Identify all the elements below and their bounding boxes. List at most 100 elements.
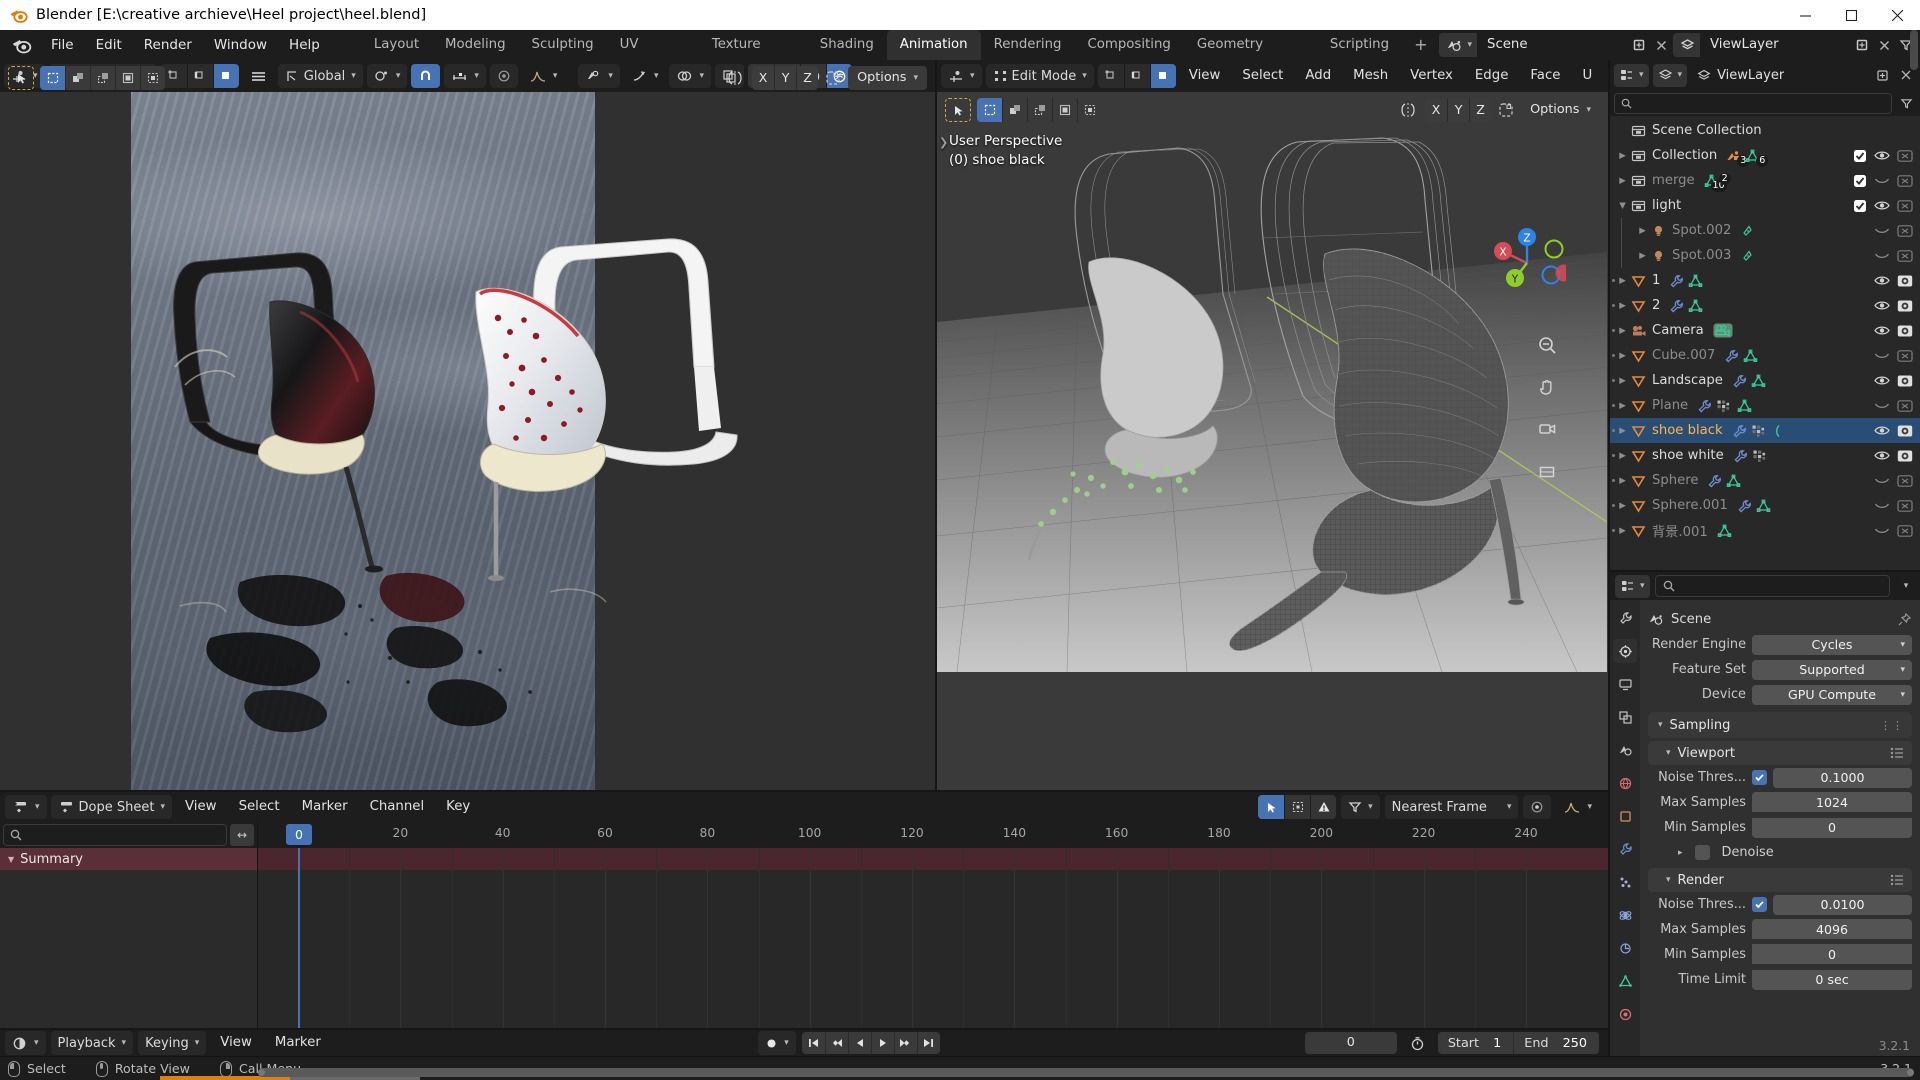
overlays-icon[interactable]: ▾ [669,64,711,88]
blender-icon[interactable] [10,34,32,56]
outliner-row-2[interactable]: ▶2 [1610,293,1920,318]
options-button-right[interactable]: Options ▾ [1521,98,1600,122]
chevron-right-icon-denoise[interactable]: ▸ [1678,848,1683,858]
visibility-eye-icon[interactable] [1874,399,1890,412]
mesh-option-icon-right[interactable] [1497,101,1515,119]
modifier-icon[interactable] [1613,837,1637,861]
gizmo-icon[interactable]: ▾ [624,64,666,88]
render-camera-icon[interactable] [1897,174,1913,188]
outliner-filter-icon[interactable] [1896,91,1916,115]
edge-select-icon[interactable] [187,64,213,88]
display-mode-viewlayer-icon[interactable]: ▾ [1653,64,1688,87]
hamburger-icon[interactable] [243,64,274,88]
viewport-menu-select[interactable]: Select [1233,64,1292,88]
outliner-row-collection[interactable]: ▶Collection36 [1610,143,1920,168]
select-intersect-icon[interactable] [140,66,165,90]
outliner-row-sphere[interactable]: ▶Sphere [1610,468,1920,493]
viewport-left-canvas[interactable] [0,92,935,790]
viewport-right-canvas[interactable]: ❯ User Perspective (0) shoe black Z X Y [937,92,1608,790]
viewport-left[interactable]: ▾ Edit Mode ▾ [0,60,937,790]
select-extend-icon-right[interactable] [1052,98,1077,122]
visibility-eye-icon[interactable] [1874,324,1890,337]
output-icon[interactable] [1613,672,1637,696]
pivot-point-icon[interactable]: ▾ [367,64,408,88]
select-lasso-icon-right[interactable] [1027,98,1052,122]
add-workspace-button[interactable]: + [1402,30,1439,60]
new-viewlayer-icon[interactable] [1852,33,1872,57]
chevron-down-icon-props[interactable]: ▾ [1895,574,1915,598]
mode-selector-right[interactable]: Edit Mode ▾ [986,64,1094,88]
preset-list-icon[interactable] [1890,747,1912,759]
render-noise-value-field[interactable]: 0.0100 [1773,895,1912,915]
render-camera-icon[interactable] [1897,424,1913,438]
render-camera-icon[interactable] [1897,149,1913,163]
disclosure-triangle-icon[interactable]: ▶ [1616,376,1629,386]
editor-type-properties-icon[interactable]: ▾ [1615,575,1650,598]
timeline-menu-marker[interactable]: Marker [266,1031,330,1055]
feature-set-dropdown[interactable]: Supported▾ [1752,660,1912,680]
use-preview-range-icon[interactable] [1403,1031,1432,1055]
disclosure-triangle-icon[interactable]: ▶ [1616,426,1629,436]
disclosure-triangle-icon[interactable]: ▶ [1616,276,1629,286]
object-icon[interactable] [1613,804,1637,828]
viewport-min-samples-field[interactable]: 0 [1752,818,1912,838]
pan-hand-icon[interactable] [1534,374,1560,400]
face-select-icon[interactable] [213,64,239,88]
mirror-x-button[interactable]: X [752,66,774,90]
menu-file[interactable]: File [40,33,85,57]
viewport-menu-mesh[interactable]: Mesh [1344,64,1397,88]
dopesheet-horizontal-scrollbar[interactable] [258,1068,1914,1077]
disclosure-triangle-icon[interactable]: ▶ [1616,301,1629,311]
face-select-icon-right[interactable] [1150,64,1176,88]
dopesheet-ruler[interactable]: 0204060801001201401601802002202400 [258,822,1608,848]
outliner-row-merge[interactable]: ▶merge102 [1610,168,1920,193]
mirror-z-button-right[interactable]: Z [1469,98,1491,122]
dopesheet-menu-view[interactable]: View [176,795,226,819]
show-hidden-icon[interactable] [1284,795,1310,819]
next-keyframe-icon[interactable] [894,1032,917,1054]
disclosure-triangle-icon[interactable]: ▶ [1636,226,1649,236]
editor-type-3dview-icon-right[interactable]: ▾ [941,64,982,88]
render-camera-icon[interactable] [1897,299,1913,313]
pin-icon[interactable] [1897,612,1912,627]
disclosure-triangle-icon[interactable]: ▶ [1616,401,1629,411]
viewlayer-icon[interactable] [1673,33,1700,57]
visibility-eye-icon[interactable] [1874,449,1890,462]
dopesheet-grid[interactable] [258,848,1608,1028]
navigation-gizmo[interactable]: Z X Y [1488,224,1566,302]
play-icon[interactable] [871,1032,894,1054]
select-box-icon[interactable] [40,66,65,90]
dopesheet-menu-marker[interactable]: Marker [293,795,357,819]
sampling-panel-header[interactable]: ▾ Sampling ⋮⋮ [1648,712,1912,738]
render-subpanel-header[interactable]: ▾ Render [1648,868,1912,892]
prev-keyframe-icon[interactable] [825,1032,848,1054]
disclosure-triangle-icon[interactable]: ▶ [1616,176,1629,186]
disclosure-triangle-icon[interactable]: ▶ [1616,526,1629,536]
render-camera-icon[interactable] [1897,249,1913,263]
workspace-tab-rendering[interactable]: Rendering [981,30,1075,60]
viewport-max-samples-field[interactable]: 1024 [1752,792,1912,812]
dopesheet-track-column[interactable]: 0204060801001201401601802002202400 [258,822,1608,1028]
frame-range-group[interactable]: Start 1 End 250 [1438,1032,1599,1054]
dopesheet-menu-channel[interactable]: Channel [361,795,434,819]
disclosure-triangle-icon[interactable]: ▼ [1616,201,1629,211]
select-lasso-icon[interactable] [90,66,115,90]
workspace-tab-compositing[interactable]: Compositing [1074,30,1183,60]
cursor-arrow-icon[interactable] [1258,795,1284,819]
end-frame-value[interactable]: 250 [1559,1036,1599,1051]
render-camera-icon[interactable] [1897,374,1913,388]
workspace-tab-animation[interactable]: Animation [887,30,981,60]
dopesheet-menu-select[interactable]: Select [230,795,289,819]
camera-view-icon[interactable] [1534,416,1560,442]
editor-type-timeline-icon[interactable]: ▾ [5,1031,46,1055]
transform-orientation-selector[interactable]: Global ▾ [278,64,363,88]
ortho-persp-icon[interactable] [1534,458,1560,484]
current-frame-field[interactable]: 0 [1305,1032,1397,1054]
maximize-icon[interactable] [1828,0,1874,30]
render-camera-icon[interactable] [1897,474,1913,488]
minimize-icon[interactable] [1782,0,1828,30]
workspace-tab-scripting[interactable]: Scripting [1317,30,1402,60]
render-camera-icon[interactable] [1897,274,1913,288]
mirror-icon[interactable] [724,69,746,87]
mesh-option-icon[interactable] [824,69,842,87]
